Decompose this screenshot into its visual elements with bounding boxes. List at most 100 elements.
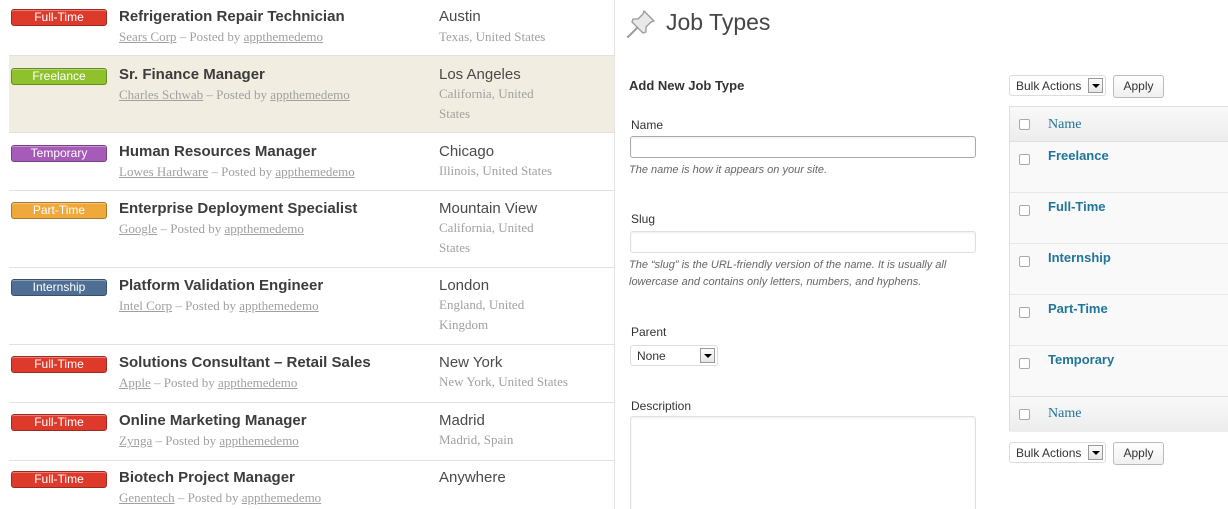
apply-button-top[interactable]: Apply <box>1113 75 1164 98</box>
job-city: Mountain View <box>439 200 538 217</box>
posted-by-text: – Posted by <box>174 490 242 505</box>
bulk-actions-select-top[interactable]: Bulk Actions <box>1009 75 1106 96</box>
slug-input[interactable] <box>630 231 976 253</box>
job-types-admin: Job Types Add New Job Type Name The name… <box>615 0 1228 509</box>
posted-by-text: – Posted by <box>152 433 220 448</box>
author-link[interactable]: appthemedemo <box>275 164 354 179</box>
job-type-badge[interactable]: Full-Time <box>11 414 107 431</box>
posted-by-text: – Posted by <box>172 298 240 313</box>
author-link[interactable]: appthemedemo <box>218 375 297 390</box>
job-meta: Genentech – Posted by appthemedemo <box>119 490 321 506</box>
description-label: Description <box>631 399 692 413</box>
parent-select[interactable]: None <box>630 345 718 366</box>
company-link[interactable]: Google <box>119 221 157 236</box>
chevron-down-icon[interactable] <box>700 348 715 363</box>
job-title[interactable]: Enterprise Deployment Specialist <box>119 200 357 217</box>
job-row[interactable]: Internship Platform Validation Engineer … <box>9 268 614 345</box>
select-all-checkbox[interactable] <box>1019 119 1030 130</box>
company-link[interactable]: Charles Schwab <box>119 87 203 102</box>
job-title[interactable]: Sr. Finance Manager <box>119 66 265 83</box>
job-row[interactable]: Part-Time Enterprise Deployment Speciali… <box>9 191 614 268</box>
row-checkbox[interactable] <box>1019 154 1030 165</box>
name-column-header[interactable]: Name <box>1048 117 1081 133</box>
job-type-link[interactable]: Temporary <box>1048 352 1114 367</box>
job-type-badge[interactable]: Temporary <box>11 145 107 162</box>
bulk-actions-value: Bulk Actions <box>1016 446 1082 460</box>
job-meta: Lowes Hardware – Posted by appthemedemo <box>119 164 355 180</box>
chevron-down-icon[interactable] <box>1088 78 1103 93</box>
slug-help-text: The “slug” is the URL-friendly version o… <box>629 259 947 288</box>
job-row[interactable]: Freelance Sr. Finance Manager Charles Sc… <box>9 56 614 133</box>
job-title[interactable]: Online Marketing Manager <box>119 412 307 429</box>
select-all-checkbox[interactable] <box>1019 409 1030 420</box>
row-checkbox[interactable] <box>1019 256 1030 267</box>
job-row[interactable]: Full-Time Refrigeration Repair Technicia… <box>9 0 614 56</box>
company-link[interactable]: Zynga <box>119 433 152 448</box>
table-row: Freelance <box>1010 141 1228 192</box>
pushpin-icon <box>627 10 655 38</box>
author-link[interactable]: appthemedemo <box>224 221 303 236</box>
job-meta: Zynga – Posted by appthemedemo <box>119 433 299 449</box>
job-listings: Full-Time Refrigeration Repair Technicia… <box>0 0 615 509</box>
job-row[interactable]: Full-Time Biotech Project Manager Genent… <box>9 461 614 509</box>
job-type-link[interactable]: Internship <box>1048 250 1111 265</box>
job-type-badge[interactable]: Full-Time <box>11 9 107 26</box>
author-link[interactable]: appthemedemo <box>242 490 321 505</box>
company-link[interactable]: Intel Corp <box>119 298 172 313</box>
job-title[interactable]: Biotech Project Manager <box>119 469 295 486</box>
description-textarea[interactable] <box>630 416 976 509</box>
job-row[interactable]: Full-Time Online Marketing Manager Zynga… <box>9 403 614 461</box>
chevron-down-icon[interactable] <box>1088 445 1103 460</box>
job-type-badge[interactable]: Full-Time <box>11 471 107 488</box>
job-type-badge[interactable]: Freelance <box>11 68 107 85</box>
row-checkbox[interactable] <box>1019 358 1030 369</box>
row-checkbox[interactable] <box>1019 205 1030 216</box>
company-link[interactable]: Apple <box>119 375 151 390</box>
name-input[interactable] <box>630 136 976 158</box>
slug-label: Slug <box>631 212 656 226</box>
job-city: Los Angeles <box>439 66 521 83</box>
job-region: California, United States <box>439 220 534 255</box>
job-city: New York <box>439 354 503 371</box>
job-types-table: Name Freelance Full-Time Internship Part… <box>1009 106 1228 432</box>
company-link[interactable]: Genentech <box>119 490 175 505</box>
job-city: Chicago <box>439 143 495 160</box>
posted-by-text: – Posted by <box>203 87 271 102</box>
job-type-link[interactable]: Full-Time <box>1048 199 1106 214</box>
job-region: California, United States <box>439 86 534 121</box>
job-city: Anywhere <box>439 469 506 486</box>
job-region: Texas, United States <box>439 29 546 44</box>
row-checkbox[interactable] <box>1019 307 1030 318</box>
job-type-link[interactable]: Freelance <box>1048 148 1109 163</box>
name-column-footer[interactable]: Name <box>1048 406 1081 422</box>
bulk-actions-select-bottom[interactable]: Bulk Actions <box>1009 442 1106 463</box>
job-type-badge[interactable]: Part-Time <box>11 202 107 219</box>
table-row: Internship <box>1010 243 1228 294</box>
job-row[interactable]: Temporary Human Resources Manager Lowes … <box>9 133 614 191</box>
parent-selected-value: None <box>637 349 666 363</box>
job-type-badge[interactable]: Internship <box>11 279 107 296</box>
apply-button-bottom[interactable]: Apply <box>1113 442 1164 465</box>
job-title[interactable]: Platform Validation Engineer <box>119 277 323 294</box>
posted-by-text: – Posted by <box>176 29 244 44</box>
job-title[interactable]: Human Resources Manager <box>119 143 317 160</box>
company-link[interactable]: Sears Corp <box>119 29 176 44</box>
job-type-link[interactable]: Part-Time <box>1048 301 1108 316</box>
posted-by-text: – Posted by <box>150 375 218 390</box>
author-link[interactable]: appthemedemo <box>270 87 349 102</box>
job-row[interactable]: Full-Time Solutions Consultant – Retail … <box>9 345 614 403</box>
add-new-heading: Add New Job Type <box>629 78 745 93</box>
job-city: London <box>439 277 490 294</box>
author-link[interactable]: appthemedemo <box>239 298 318 313</box>
table-row: Full-Time <box>1010 192 1228 243</box>
job-title[interactable]: Refrigeration Repair Technician <box>119 8 345 25</box>
job-type-badge[interactable]: Full-Time <box>11 356 107 373</box>
company-link[interactable]: Lowes Hardware <box>119 164 208 179</box>
posted-by-text: – Posted by <box>157 221 225 236</box>
name-help-text: The name is how it appears on your site. <box>629 164 828 176</box>
job-region: England, United Kingdom <box>439 297 525 332</box>
job-city: Austin <box>439 8 481 25</box>
author-link[interactable]: appthemedemo <box>219 433 298 448</box>
author-link[interactable]: appthemedemo <box>244 29 323 44</box>
job-title[interactable]: Solutions Consultant – Retail Sales <box>119 354 371 371</box>
